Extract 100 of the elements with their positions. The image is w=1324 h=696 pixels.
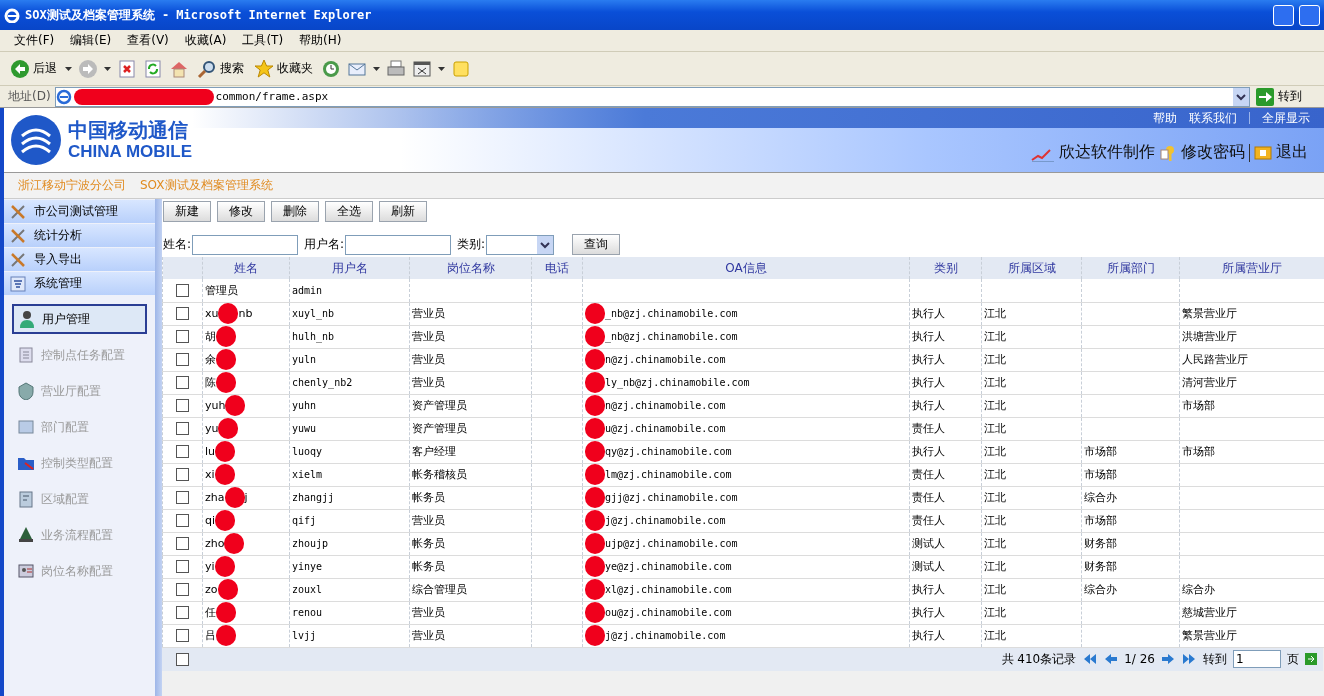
action-button[interactable]: 删除 (271, 201, 319, 222)
refresh-icon[interactable] (143, 58, 163, 79)
search-button[interactable]: 搜索 (195, 56, 246, 81)
table-cell: 综合办 (1182, 583, 1215, 596)
table-cell: 测试人 (912, 537, 945, 550)
checkbox[interactable] (176, 537, 189, 550)
input-field[interactable] (192, 234, 299, 255)
checkbox[interactable] (176, 283, 189, 297)
checkbox[interactable] (176, 629, 189, 642)
action-button[interactable]: 全选 (325, 201, 373, 222)
page-input[interactable]: 1 (1233, 650, 1281, 668)
next-page-icon[interactable] (1161, 651, 1175, 667)
action-button[interactable]: 修改 (217, 201, 265, 222)
menu-item[interactable]: 帮助(H) (291, 32, 350, 49)
checkbox[interactable] (176, 514, 189, 527)
checkbox[interactable] (176, 376, 189, 389)
table-cell: 江北 (984, 560, 1006, 573)
table-cell: ye@zj.chinamobile.com (605, 561, 732, 572)
action-button[interactable]: 新建 (163, 201, 211, 222)
dropdown-icon[interactable] (1233, 87, 1249, 106)
caret-icon[interactable] (65, 66, 72, 71)
logo-icon (10, 114, 62, 166)
table-cell: 繁景营业厅 (1182, 629, 1237, 642)
checkbox[interactable] (176, 468, 189, 481)
checkbox[interactable] (176, 330, 189, 343)
last-page-icon[interactable] (1181, 651, 1197, 667)
checkbox[interactable] (176, 445, 189, 458)
stop-icon[interactable] (117, 58, 137, 79)
window-title: SOX测试及档案管理系统 - Microsoft Internet Explorer (25, 6, 373, 24)
table-cell: 帐务员 (412, 491, 445, 504)
select-field[interactable] (486, 234, 555, 255)
checkbox[interactable] (176, 491, 189, 504)
table-cell: 市场部 (1084, 445, 1117, 458)
tools-icon (10, 251, 26, 268)
table-cell: zhangjj (292, 492, 335, 503)
table-cell: 营业员 (412, 307, 445, 320)
checkbox[interactable] (176, 307, 189, 320)
field-label: 类别: (457, 236, 486, 253)
sidebar-group[interactable]: 市公司测试管理 (4, 200, 155, 223)
table-cell: ou@zj.chinamobile.com (605, 607, 732, 618)
header-link[interactable]: 全屏显示 (1262, 109, 1310, 127)
shield-icon (17, 382, 35, 400)
table-cell: 清河营业厅 (1182, 376, 1237, 389)
table-cell: 帐务员 (412, 537, 445, 550)
action-button[interactable]: 刷新 (379, 201, 427, 222)
header-action-link[interactable]: 退出 (1276, 142, 1308, 163)
user-icon (18, 310, 36, 328)
input-field[interactable] (345, 234, 452, 255)
table-cell: yuwu (292, 423, 317, 434)
table-cell: n@zj.chinamobile.com (605, 354, 726, 365)
table-cell: 陈 (205, 375, 216, 390)
table-cell: zouxl (292, 584, 323, 595)
sidebar-group[interactable]: 系统管理 (4, 272, 155, 295)
printer-icon[interactable] (386, 58, 406, 79)
header-action-link[interactable]: 修改密码 (1181, 142, 1245, 163)
header-link[interactable]: 帮助 (1153, 109, 1177, 127)
caret-icon[interactable] (373, 66, 380, 71)
goto-label: 转到 (1203, 650, 1227, 668)
first-page-icon[interactable] (1082, 651, 1099, 667)
history-icon[interactable] (321, 58, 341, 79)
window-icon[interactable] (412, 58, 432, 79)
table-cell: renou (292, 607, 323, 618)
sidebar-item[interactable]: 用户管理 (12, 304, 147, 334)
address-field[interactable]: common/frame.aspx (54, 86, 1250, 107)
checkbox[interactable] (176, 399, 189, 412)
funnel-icon (10, 275, 26, 292)
go-button[interactable]: 转到 (1254, 87, 1322, 106)
checkbox[interactable] (176, 353, 189, 366)
back-button[interactable]: 后退 (8, 56, 59, 81)
checkbox[interactable] (176, 606, 189, 619)
checkbox[interactable] (176, 422, 189, 435)
checkbox[interactable] (175, 652, 189, 666)
dropdown-icon (537, 235, 554, 254)
menu-item[interactable]: 编辑(E) (62, 32, 120, 49)
caret-icon[interactable] (438, 66, 445, 71)
caret-icon[interactable] (104, 66, 111, 71)
table-cell: zhoujp (292, 538, 329, 549)
table-cell: chenly_nb2 (292, 377, 353, 388)
menu-item[interactable]: 查看(V) (119, 32, 177, 49)
tools-icon (10, 203, 26, 220)
menu-item[interactable]: 文件(F) (6, 32, 63, 49)
sidebar-group[interactable]: 导入导出 (4, 248, 155, 271)
sidebar-group[interactable]: 统计分析 (4, 224, 155, 247)
query-button[interactable]: 查询 (572, 234, 621, 255)
table-cell: 执行人 (912, 353, 945, 366)
header-link[interactable]: 联系我们 (1189, 109, 1237, 127)
menu-item[interactable]: 工具(T) (234, 32, 292, 49)
table-cell: yuln (292, 354, 317, 365)
go-icon[interactable] (1305, 653, 1317, 665)
card-icon (17, 490, 35, 508)
checkbox[interactable] (176, 583, 189, 596)
column-header: 所属部门 (1081, 257, 1180, 279)
table-cell: yinye (292, 561, 323, 572)
table-cell: yuhn (292, 400, 317, 411)
previous-page-icon[interactable] (1104, 651, 1119, 667)
star-button[interactable]: 收藏夹 (252, 56, 315, 81)
table-cell: 江北 (984, 330, 1006, 343)
checkbox[interactable] (176, 560, 189, 573)
table-cell: 执行人 (912, 583, 945, 596)
menu-item[interactable]: 收藏(A) (176, 32, 235, 49)
